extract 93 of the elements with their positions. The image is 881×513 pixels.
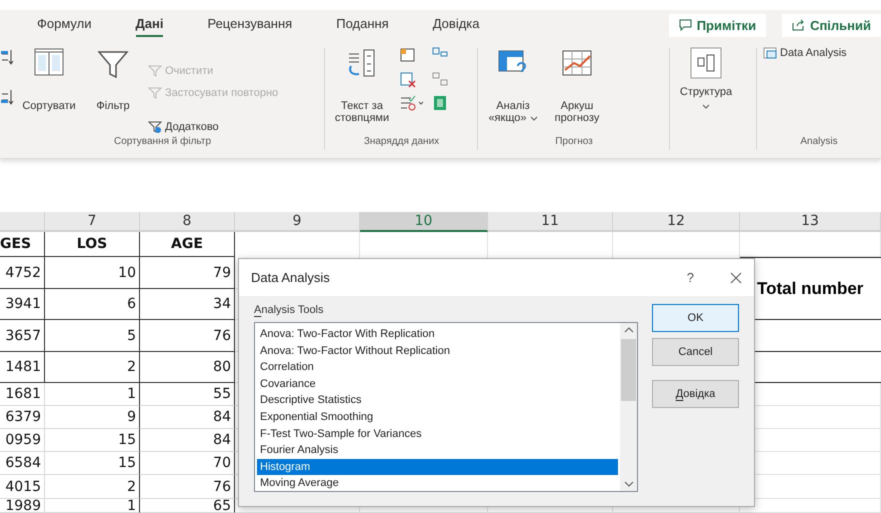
ribbon-button[interactable]: Додатково bbox=[148, 120, 278, 134]
table-cell: 80 bbox=[140, 352, 235, 383]
group-label: Знаряддя даних bbox=[362, 136, 440, 149]
table-cell: 55 bbox=[140, 383, 235, 406]
table-cell: 76 bbox=[140, 320, 235, 352]
list-label: Analysis Tools bbox=[254, 304, 325, 316]
advanced-filter-icon bbox=[148, 120, 162, 134]
table-cell: 6584 bbox=[0, 452, 45, 475]
ribbon-tab[interactable]: Подання bbox=[336, 13, 389, 37]
group-label: Прогноз bbox=[554, 136, 594, 149]
column-header[interactable]: 13 bbox=[740, 212, 881, 232]
list-item[interactable]: Descriptive Statistics bbox=[257, 392, 618, 409]
remove-duplicates-icon[interactable] bbox=[399, 70, 417, 88]
header-cell: AGE bbox=[140, 232, 235, 257]
flash-fill-icon[interactable] bbox=[399, 46, 417, 64]
ribbon-tab[interactable]: Формули bbox=[37, 13, 92, 37]
table-cell: 5 bbox=[45, 320, 140, 352]
relationships-icon[interactable] bbox=[431, 70, 449, 88]
table-cell: 79 bbox=[140, 257, 235, 289]
column-header[interactable]: 9 bbox=[235, 212, 360, 232]
list-item[interactable]: Histogram bbox=[257, 458, 618, 476]
column-header[interactable]: 12 bbox=[613, 212, 740, 232]
table-cell: 6379 bbox=[0, 406, 45, 429]
list-item[interactable]: Correlation bbox=[257, 359, 618, 376]
scroll-thumb[interactable] bbox=[621, 339, 636, 401]
table-cell: 6 bbox=[45, 289, 140, 320]
group-label: Analysis bbox=[799, 136, 839, 149]
table-cell: 3941 bbox=[0, 289, 45, 320]
caret-icon bbox=[530, 116, 538, 121]
share-icon bbox=[792, 19, 806, 31]
header-cell: GES bbox=[0, 232, 45, 257]
data-validation-icon[interactable] bbox=[399, 94, 425, 112]
ribbon-tab[interactable]: Рецензування bbox=[207, 13, 292, 37]
list-item[interactable]: F-Test Two-Sample for Variances bbox=[257, 426, 618, 442]
ribbon-button[interactable]: Аналіз «якщо» bbox=[484, 44, 542, 126]
ribbon-button[interactable]: Data Analysis bbox=[763, 46, 847, 60]
table-icon bbox=[763, 46, 777, 60]
table-cell: 1681 bbox=[0, 383, 45, 406]
list-item[interactable]: Moving Average bbox=[257, 475, 618, 492]
table-cell: 9 bbox=[45, 406, 140, 429]
column-header[interactable]: 7 bbox=[45, 212, 140, 232]
table-cell: 15 bbox=[45, 452, 140, 475]
dialog-button[interactable]: Довідка bbox=[652, 380, 739, 408]
table-cell: 1989 bbox=[0, 499, 45, 513]
table-cell: 15 bbox=[45, 429, 140, 452]
table-cell: 76 bbox=[140, 475, 235, 499]
ribbon-tab[interactable]: Довідка bbox=[432, 13, 480, 37]
ribbon-button[interactable]: Сортувати bbox=[20, 44, 78, 114]
column-header[interactable]: 8 bbox=[140, 212, 235, 232]
comment-icon bbox=[678, 19, 692, 31]
analysis-tools-list[interactable] bbox=[254, 322, 638, 492]
list-item[interactable]: Exponential Smoothing bbox=[257, 408, 618, 426]
ribbon-button[interactable]: Структура bbox=[676, 44, 736, 111]
table-cell: 70 bbox=[140, 452, 235, 475]
scrollbar[interactable] bbox=[620, 323, 637, 491]
list-item[interactable]: Anova: Two-Factor With Replication bbox=[257, 326, 618, 343]
table-cell: 2 bbox=[45, 352, 140, 383]
table-cell: 84 bbox=[140, 429, 235, 452]
dialog-button[interactable]: OK bbox=[652, 304, 739, 332]
list-item[interactable]: Anova: Two-Factor Without Replication bbox=[257, 342, 618, 360]
list-item[interactable]: Fourier Analysis bbox=[257, 442, 618, 459]
table-cell: 84 bbox=[140, 406, 235, 429]
table-cell: 0959 bbox=[0, 429, 45, 452]
group-label: Сортування й фільтр bbox=[112, 136, 212, 149]
close-icon[interactable] bbox=[730, 272, 742, 284]
dialog-title: Data Analysis bbox=[251, 270, 331, 285]
table-cell: 65 bbox=[140, 499, 235, 513]
reapply-filter-icon bbox=[148, 86, 162, 100]
table-cell: 2 bbox=[45, 475, 140, 499]
table-cell: 34 bbox=[140, 289, 235, 320]
caret-icon bbox=[702, 104, 710, 109]
ribbon-button[interactable]: Текст за стовпцями bbox=[331, 44, 393, 126]
column-header[interactable]: 10 bbox=[360, 212, 488, 232]
table-cell: 3657 bbox=[0, 320, 45, 352]
column-header[interactable]: 11 bbox=[488, 212, 613, 232]
ribbon-button[interactable]: Аркуш прогнозу bbox=[548, 44, 606, 126]
help-button[interactable]: ? bbox=[686, 270, 694, 285]
ribbon-tab[interactable]: Дані bbox=[136, 13, 164, 37]
table-cell: 4752 bbox=[0, 257, 45, 289]
ribbon-button[interactable]: Фільтр bbox=[84, 44, 142, 114]
table-cell: 1 bbox=[45, 383, 140, 406]
table-cell: 1481 bbox=[0, 352, 45, 383]
table-cell: 4015 bbox=[0, 475, 45, 499]
list-item[interactable]: Covariance bbox=[257, 376, 618, 392]
data-model-icon[interactable] bbox=[431, 94, 449, 112]
dialog-button[interactable]: Cancel bbox=[652, 338, 739, 366]
outline-icon bbox=[689, 46, 723, 80]
table-cell: 1 bbox=[45, 499, 140, 513]
clear-filter-icon bbox=[148, 64, 162, 78]
share-button[interactable]: Спільний bbox=[782, 14, 881, 36]
comments-button[interactable]: Примітки bbox=[668, 14, 766, 36]
table-cell: 10 bbox=[45, 257, 140, 289]
header-cell: LOS bbox=[45, 232, 140, 257]
